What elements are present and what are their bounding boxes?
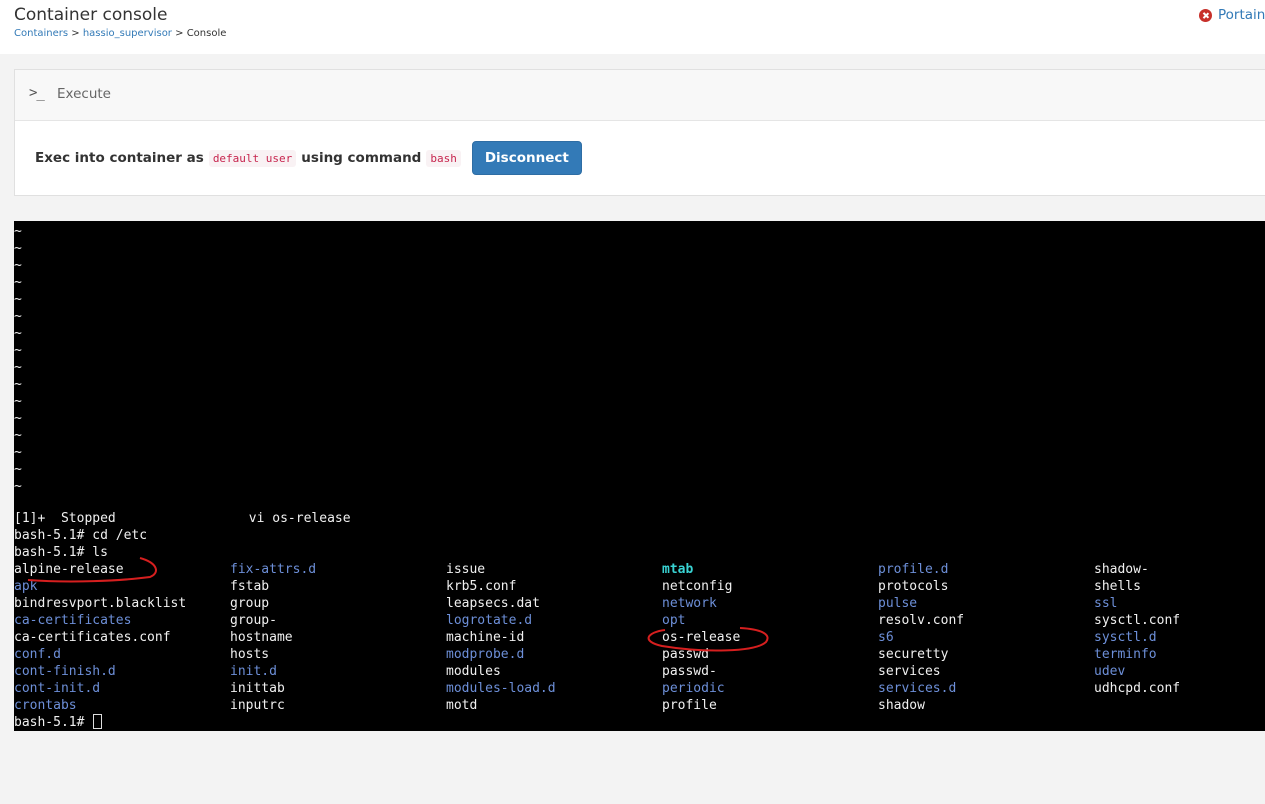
ls-entry: leapsecs.dat	[446, 596, 540, 611]
vi-tilde-line: ~	[14, 445, 22, 460]
ls-entry: cont-init.d	[14, 681, 101, 696]
breadcrumb-containers-link[interactable]: Containers	[14, 28, 68, 39]
exec-description: Exec into container as default user usin…	[35, 141, 582, 175]
ls-entry: opt	[662, 613, 686, 628]
ls-entry: cont-finish.d	[14, 664, 116, 679]
ls-entry: mtab	[662, 562, 694, 577]
vi-tilde-line: ~	[14, 241, 22, 256]
ls-entry: profile	[662, 698, 717, 713]
ls-entry: profile.d	[878, 562, 949, 577]
vi-tilde-line: ~	[14, 326, 22, 341]
ls-entry: ca-certificates	[14, 613, 132, 628]
terminal[interactable]: ~ ~ ~ ~ ~ ~ ~ ~ ~ ~ ~ ~ ~ ~ ~ ~ [1]+ Stopped vi os-rele…	[14, 221, 1265, 731]
vi-tilde-line: ~	[14, 428, 22, 443]
ls-entry: os-release	[662, 630, 741, 645]
exec-text-middle: using command	[301, 150, 422, 166]
exec-command-code: bash	[426, 149, 461, 167]
ls-entry: pulse	[878, 596, 918, 611]
widget-header: >_ Execute	[15, 70, 1265, 121]
vi-tilde-line: ~	[14, 343, 22, 358]
ls-entry: inputrc	[230, 698, 285, 713]
close-circle-icon	[1199, 8, 1212, 22]
ls-entry: sysctl.conf	[1094, 613, 1181, 628]
terminal-cd-line: bash-5.1# cd /etc	[14, 528, 148, 543]
ls-entry: securetty	[878, 647, 949, 662]
ls-entry: init.d	[230, 664, 277, 679]
vi-tilde-line: ~	[14, 258, 22, 273]
vi-tilde-line: ~	[14, 411, 22, 426]
ls-entry: fix-attrs.d	[230, 562, 317, 577]
breadcrumb-separator: >	[175, 28, 184, 39]
ls-entry: modules	[446, 664, 501, 679]
ls-entry: shells	[1094, 579, 1141, 594]
terminal-prompt: bash-5.1#	[14, 715, 93, 730]
terminal-prompt-icon: >_	[29, 85, 45, 101]
widget-title: Execute	[57, 86, 111, 102]
brand-label: Portain	[1218, 7, 1265, 23]
vi-tilde-line: ~	[14, 224, 22, 239]
ls-entry: issue	[446, 562, 486, 577]
ls-entry: group-	[230, 613, 277, 628]
ls-entry: inittab	[230, 681, 285, 696]
ls-entry: sysctl.d	[1094, 630, 1157, 645]
ls-entry: terminfo	[1094, 647, 1157, 662]
ls-output: alpine-release apk bindresvport.blacklist c…	[14, 561, 1265, 714]
ls-entry: hostname	[230, 630, 293, 645]
ls-entry: machine-id	[446, 630, 525, 645]
ls-entry: alpine-release	[14, 562, 124, 577]
breadcrumb-container-link[interactable]: hassio_supervisor	[83, 28, 172, 39]
widget-body: Exec into container as default user usin…	[15, 121, 1265, 196]
ls-entry: group	[230, 596, 270, 611]
ls-entry: udev	[1094, 664, 1126, 679]
ls-entry: ssl	[1094, 596, 1118, 611]
vi-tilde-line: ~	[14, 360, 22, 375]
vi-tilde-line: ~	[14, 394, 22, 409]
page-header: Container console Containers > hassio_su…	[0, 0, 1265, 54]
ls-entry: crontabs	[14, 698, 77, 713]
ls-entry: protocols	[878, 579, 949, 594]
ls-entry: s6	[878, 630, 894, 645]
breadcrumb-current: Console	[186, 28, 227, 39]
ls-entry: netconfig	[662, 579, 733, 594]
ls-entry: motd	[446, 698, 478, 713]
terminal-prompt-line[interactable]: bash-5.1#	[14, 714, 103, 731]
vi-tilde-line: ~	[14, 377, 22, 392]
ls-entry: network	[662, 596, 717, 611]
terminal-stopped-line: [1]+ Stopped vi os-release	[14, 511, 351, 526]
exec-user-code: default user	[208, 149, 297, 167]
ls-entry: fstab	[230, 579, 270, 594]
ls-entry: modules-load.d	[446, 681, 556, 696]
execute-widget: >_ Execute Exec into container as defaul…	[14, 69, 1265, 196]
terminal-ls-line: bash-5.1# ls	[14, 545, 108, 560]
ls-entry: apk	[14, 579, 38, 594]
ls-entry: shadow	[878, 698, 925, 713]
ls-entry: services.d	[878, 681, 957, 696]
ls-entry: resolv.conf	[878, 613, 965, 628]
breadcrumb-separator: >	[71, 28, 80, 39]
exec-text-prefix: Exec into container as	[35, 150, 204, 166]
vi-tilde-line: ~	[14, 479, 22, 494]
ls-entry: modprobe.d	[446, 647, 525, 662]
ls-entry: ca-certificates.conf	[14, 630, 171, 645]
vi-tilde-line: ~	[14, 309, 22, 324]
disconnect-button[interactable]: Disconnect	[471, 141, 582, 175]
ls-entry: bindresvport.blacklist	[14, 596, 187, 611]
ls-entry: passwd	[662, 647, 709, 662]
page-title: Container console	[14, 5, 168, 25]
vi-tilde-line: ~	[14, 462, 22, 477]
ls-entry: shadow-	[1094, 562, 1149, 577]
ls-entry: services	[878, 664, 941, 679]
ls-entry: conf.d	[14, 647, 61, 662]
ls-entry: hosts	[230, 647, 270, 662]
brand-link[interactable]: Portain	[1199, 7, 1265, 23]
ls-entry: periodic	[662, 681, 725, 696]
ls-entry: udhcpd.conf	[1094, 681, 1181, 696]
vi-tilde-line: ~	[14, 275, 22, 290]
ls-entry: passwd-	[662, 664, 717, 679]
ls-entry: krb5.conf	[446, 579, 517, 594]
terminal-cursor	[93, 714, 103, 729]
breadcrumb: Containers > hassio_supervisor > Console	[14, 28, 226, 39]
ls-entry: logrotate.d	[446, 613, 533, 628]
vi-tilde-line: ~	[14, 292, 22, 307]
